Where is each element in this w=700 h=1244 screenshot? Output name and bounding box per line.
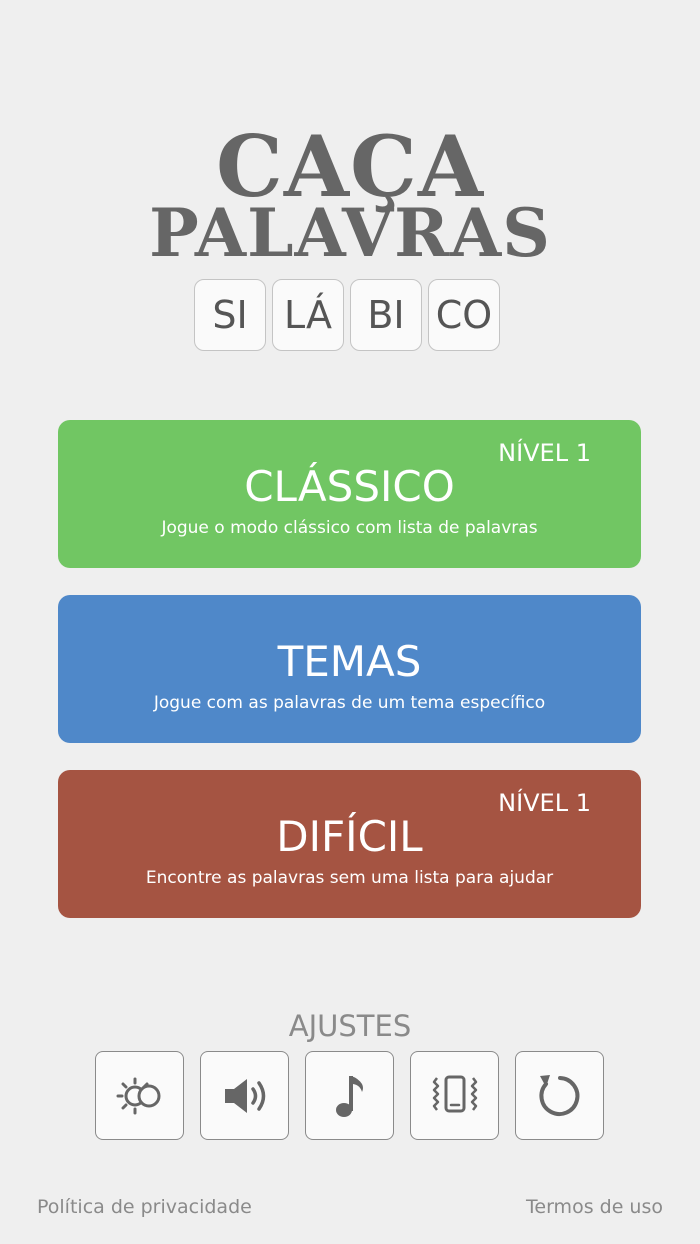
syllable-tile: LÁ — [272, 279, 344, 351]
hard-mode-title: DIFÍCIL — [276, 812, 423, 861]
themes-mode-button[interactable]: TEMAS Jogue com as palavras de um tema e… — [58, 595, 641, 743]
music-button[interactable] — [305, 1051, 394, 1140]
settings-title: AJUSTES — [288, 1009, 412, 1043]
syllable-tile: SI — [194, 279, 266, 351]
music-note-icon — [335, 1075, 363, 1117]
hard-mode-subtitle: Encontre as palavras sem uma lista para … — [145, 868, 554, 888]
syllable-tile: BI — [350, 279, 422, 351]
theme-toggle-button[interactable] — [95, 1051, 184, 1140]
reset-button[interactable] — [515, 1051, 604, 1140]
classic-mode-title: CLÁSSICO — [244, 462, 455, 511]
vibration-button[interactable] — [410, 1051, 499, 1140]
syllable-tile: CO — [428, 279, 500, 351]
privacy-policy-link[interactable]: Política de privacidade — [37, 1194, 252, 1220]
settings-button-row — [95, 1051, 604, 1140]
logo-syllable-tiles: SI LÁ BI CO — [194, 279, 500, 351]
classic-mode-button[interactable]: NÍVEL 1 CLÁSSICO Jogue o modo clássico c… — [58, 420, 641, 568]
reset-icon — [538, 1074, 579, 1116]
themes-mode-title: TEMAS — [277, 637, 422, 686]
vibration-icon — [432, 1075, 477, 1112]
classic-mode-subtitle: Jogue o modo clássico com lista de palav… — [161, 518, 538, 538]
sound-icon — [224, 1078, 265, 1113]
sound-button[interactable] — [200, 1051, 289, 1140]
themes-mode-subtitle: Jogue com as palavras de um tema específ… — [153, 693, 546, 713]
theme-toggle-icon — [116, 1077, 160, 1114]
terms-of-use-link[interactable]: Termos de uso — [526, 1194, 663, 1220]
logo-title-line2: PALAVRAS — [149, 194, 551, 272]
hard-mode-button[interactable]: NÍVEL 1 DIFÍCIL Encontre as palavras sem… — [58, 770, 641, 918]
